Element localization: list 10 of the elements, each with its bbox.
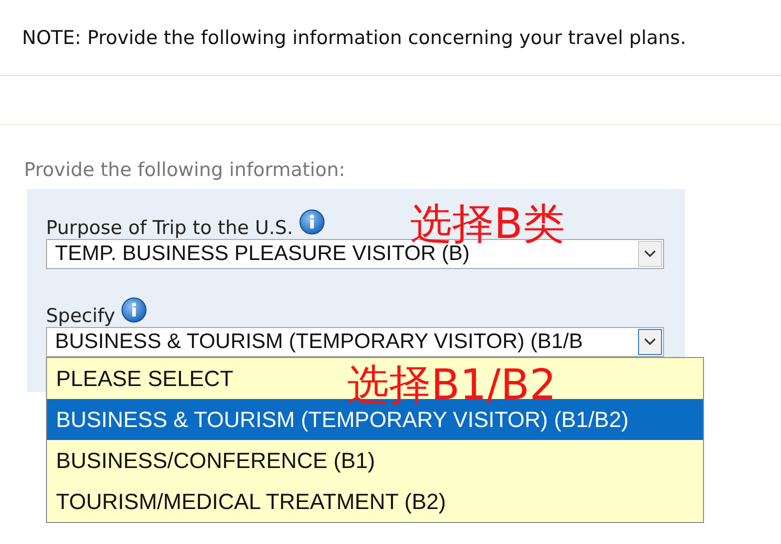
section-heading: Provide the following information: [24, 159, 346, 181]
dropdown-option[interactable]: TOURISM/MEDICAL TREATMENT (B2) [47, 481, 450, 522]
field-label: Purpose of Trip to the U.S. [46, 217, 294, 239]
select-field[interactable]: BUSINESS & TOURISM (TEMPORARY VISITOR) (B1/B [46, 327, 664, 357]
note-text: NOTE: Provide the following information concerning your travel plans. [22, 26, 686, 48]
dropdown-option[interactable]: BUSINESS/CONFERENCE (B1) [47, 440, 380, 481]
info-icon[interactable] [121, 297, 148, 323]
field-label: Specify [46, 305, 116, 327]
dropdown-option[interactable]: PLEASE SELECT [47, 358, 238, 399]
info-icon[interactable] [299, 209, 326, 235]
